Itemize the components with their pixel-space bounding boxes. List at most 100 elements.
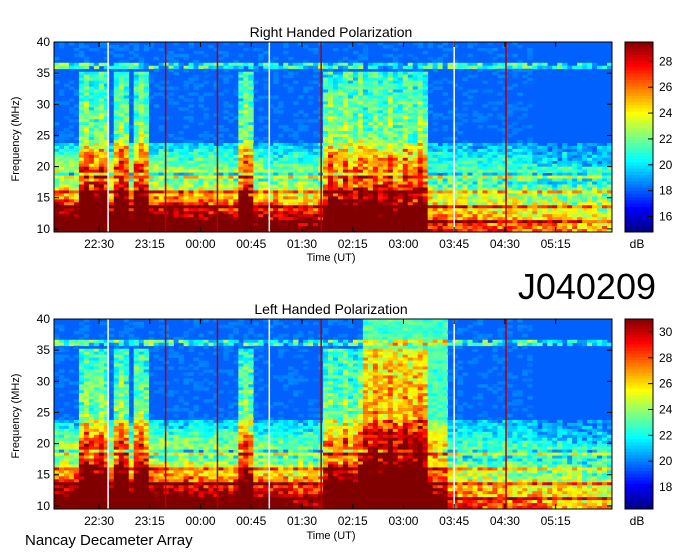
spectrogram-cell	[183, 107, 189, 111]
spectrogram-cell	[522, 166, 528, 171]
spectrogram-cell	[367, 77, 374, 81]
spectrogram-cell	[507, 113, 513, 117]
spectrogram-cell	[392, 107, 399, 111]
spectrogram-cell	[427, 157, 434, 162]
spectrogram-cell	[442, 172, 448, 176]
spectrogram-cell	[138, 89, 145, 93]
spectrogram-cell	[447, 178, 453, 182]
spectrogram-cell	[432, 196, 439, 200]
spectrogram-cell	[342, 83, 349, 87]
spectrogram-cell	[178, 95, 184, 99]
x-tick-label: 04:30	[490, 237, 520, 251]
spectrogram-cell	[218, 175, 224, 179]
spectrogram-cell	[243, 208, 249, 212]
spectrogram-cell	[188, 142, 194, 147]
spectrogram-cell	[352, 98, 359, 102]
spectrogram-cell	[78, 104, 85, 108]
spectrogram-cell	[382, 169, 389, 174]
spectrogram-cell	[333, 98, 339, 102]
spectrogram-cell	[357, 113, 364, 117]
spectrogram-cell	[308, 47, 314, 52]
spectrogram-cell	[198, 145, 204, 150]
spectrogram-cell	[303, 113, 309, 117]
spectrogram-cell	[337, 214, 344, 218]
spectrogram-cell	[328, 95, 334, 99]
spectrogram-cell	[273, 163, 279, 168]
spectrogram-cell	[427, 217, 434, 221]
spectrogram-cell	[352, 86, 359, 90]
spectrogram-cell	[258, 142, 264, 147]
spectrogram-cell	[417, 95, 424, 99]
spectrogram-cell	[527, 214, 533, 218]
spectrogram-cell	[68, 223, 75, 227]
spectrogram-cell	[542, 205, 548, 209]
spectrogram-cell	[412, 205, 419, 209]
spectrogram-cell	[133, 116, 140, 120]
spectrogram-cell	[108, 226, 115, 230]
spectrogram-cell	[432, 187, 439, 191]
spectrogram-cell	[527, 77, 533, 81]
spectrogram-cell	[382, 172, 389, 176]
spectrogram-cell	[73, 119, 80, 123]
spectrogram-cell	[337, 110, 344, 114]
spectrogram-cell	[323, 148, 329, 153]
spectrogram-cell	[98, 199, 105, 203]
spectrogram-cell	[422, 107, 429, 111]
spectrogram-cell	[238, 80, 244, 84]
spectrogram-cell	[283, 83, 289, 87]
spectrogram-cell	[487, 202, 493, 206]
spectrogram-cell	[238, 104, 244, 108]
spectrogram-cell	[278, 134, 284, 138]
spectrogram-cell	[502, 199, 508, 203]
spectrogram-cell	[138, 223, 145, 227]
spectrogram-cell	[517, 211, 523, 215]
spectrogram-cell	[542, 223, 548, 227]
spectrogram-cell	[58, 226, 65, 230]
spectrogram-cell	[507, 110, 513, 114]
spectrogram-cell	[497, 145, 503, 150]
spectrogram-cell	[357, 119, 364, 123]
spectrogram-cell	[432, 142, 439, 147]
spectrogram-cell	[333, 175, 339, 179]
spectrogram-cell	[93, 98, 100, 102]
spectrogram-cell	[68, 205, 75, 209]
spectrogram-cell	[387, 178, 394, 182]
spectrogram-cell	[283, 217, 289, 221]
spectrogram-cell	[337, 89, 344, 93]
spectrogram-cell	[357, 214, 364, 218]
spectrogram-cell	[328, 163, 334, 168]
spectrogram-cell	[547, 205, 553, 209]
spectrogram-cell	[402, 83, 409, 87]
spectrogram-cell	[258, 160, 264, 165]
spectrogram-cell	[138, 175, 145, 179]
spectrogram-cell	[178, 172, 184, 176]
spectrogram-cell	[507, 226, 513, 230]
spectrogram-cell	[203, 116, 209, 120]
spectrogram-cell	[203, 107, 209, 111]
spectrogram-cell	[382, 122, 389, 126]
spectrogram-cell	[88, 47, 95, 52]
spectrogram-cell	[417, 142, 424, 147]
spectrogram-cell	[467, 202, 473, 206]
spectrogram-cell	[357, 65, 364, 70]
spectrogram-cell	[477, 187, 483, 191]
spectrogram-cell	[263, 196, 269, 200]
spectrogram-cell	[362, 163, 369, 168]
spectrogram-cell	[118, 154, 125, 159]
spectrogram-cell	[133, 47, 140, 52]
spectrogram-cell	[168, 226, 174, 230]
spectrogram-cell	[472, 205, 478, 209]
spectrogram-cell	[372, 80, 379, 84]
spectrogram-cell	[328, 137, 334, 141]
spectrogram-cell	[83, 92, 90, 96]
spectrogram-cell	[128, 226, 135, 230]
spectrogram-cell	[352, 175, 359, 179]
spectrogram-cell	[123, 160, 130, 165]
spectrogram-cell	[587, 142, 593, 147]
spectrogram-cell	[258, 220, 264, 224]
spectrogram-cell	[432, 116, 439, 120]
spectrogram-cell	[352, 181, 359, 185]
spectrogram-cell	[487, 166, 493, 171]
spectrogram-cell	[447, 80, 453, 84]
spectrogram-cell	[248, 208, 254, 212]
